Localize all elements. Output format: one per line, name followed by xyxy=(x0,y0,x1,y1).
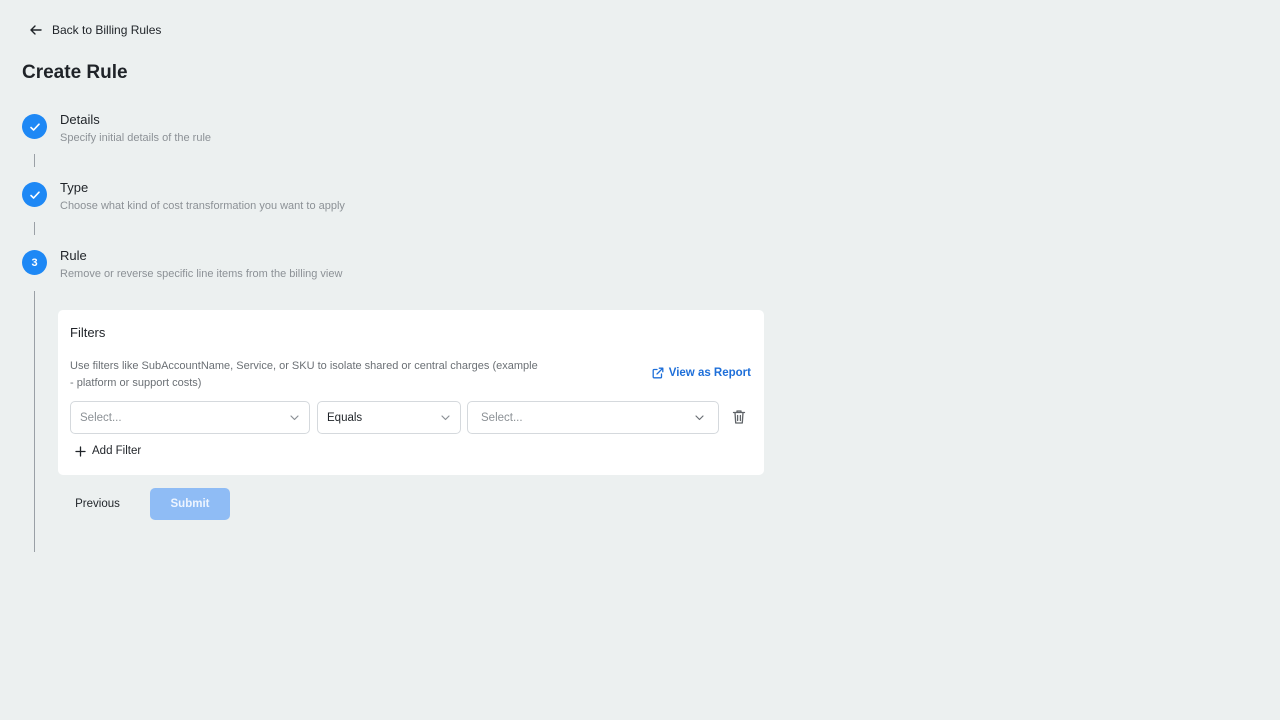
step-connector xyxy=(34,154,35,167)
filter-operator-select[interactable]: Equals xyxy=(317,401,461,434)
step-details: Details Specify initial details of the r… xyxy=(22,112,211,145)
filter-operator-value: Equals xyxy=(327,411,363,424)
check-icon xyxy=(29,190,40,199)
back-link-label: Back to Billing Rules xyxy=(52,23,162,37)
plus-icon xyxy=(75,445,86,457)
view-as-report-label: View as Report xyxy=(668,367,751,379)
add-filter-label: Add Filter xyxy=(92,445,142,457)
step-title: Type xyxy=(60,180,89,195)
add-filter-button[interactable]: Add Filter xyxy=(75,445,141,457)
chevron-down-icon xyxy=(290,415,299,421)
view-as-report-link[interactable]: View as Report xyxy=(652,367,751,379)
check-icon xyxy=(29,122,40,131)
step-title: Rule xyxy=(60,248,87,263)
step-subtitle: Choose what kind of cost transformation … xyxy=(60,200,345,212)
filter-value-value: Select... xyxy=(481,411,523,424)
step-subtitle: Remove or reverse specific line items fr… xyxy=(60,268,343,280)
filter-field-value: Select... xyxy=(80,411,122,424)
page-title: Create Rule xyxy=(22,62,128,83)
step-complete-marker xyxy=(22,182,47,207)
step-complete-marker xyxy=(22,114,47,139)
filters-card: Filters Use filters like SubAccountName,… xyxy=(58,310,764,475)
chevron-down-icon xyxy=(695,415,704,421)
previous-button[interactable]: Previous xyxy=(62,488,133,520)
trash-icon[interactable] xyxy=(732,409,746,425)
chevron-down-icon xyxy=(441,415,450,421)
external-link-icon xyxy=(652,367,664,379)
filters-title: Filters xyxy=(70,325,106,340)
step-rule: 3 Rule Remove or reverse specific line i… xyxy=(22,248,342,281)
step-title: Details xyxy=(60,112,100,127)
arrow-left-icon xyxy=(30,25,42,35)
step-subtitle: Specify initial details of the rule xyxy=(60,132,212,144)
filter-field-select[interactable]: Select... xyxy=(70,401,310,434)
step-type: Type Choose what kind of cost transforma… xyxy=(22,180,345,213)
submit-button[interactable]: Submit xyxy=(150,488,230,520)
filter-value-select[interactable]: Select... xyxy=(467,401,719,434)
step-connector xyxy=(34,222,35,235)
back-to-billing-rules-link[interactable]: Back to Billing Rules xyxy=(28,22,161,38)
filters-description: Use filters like SubAccountName, Service… xyxy=(70,360,538,389)
step-content-rail xyxy=(34,291,35,552)
step-number-marker: 3 xyxy=(22,250,47,275)
